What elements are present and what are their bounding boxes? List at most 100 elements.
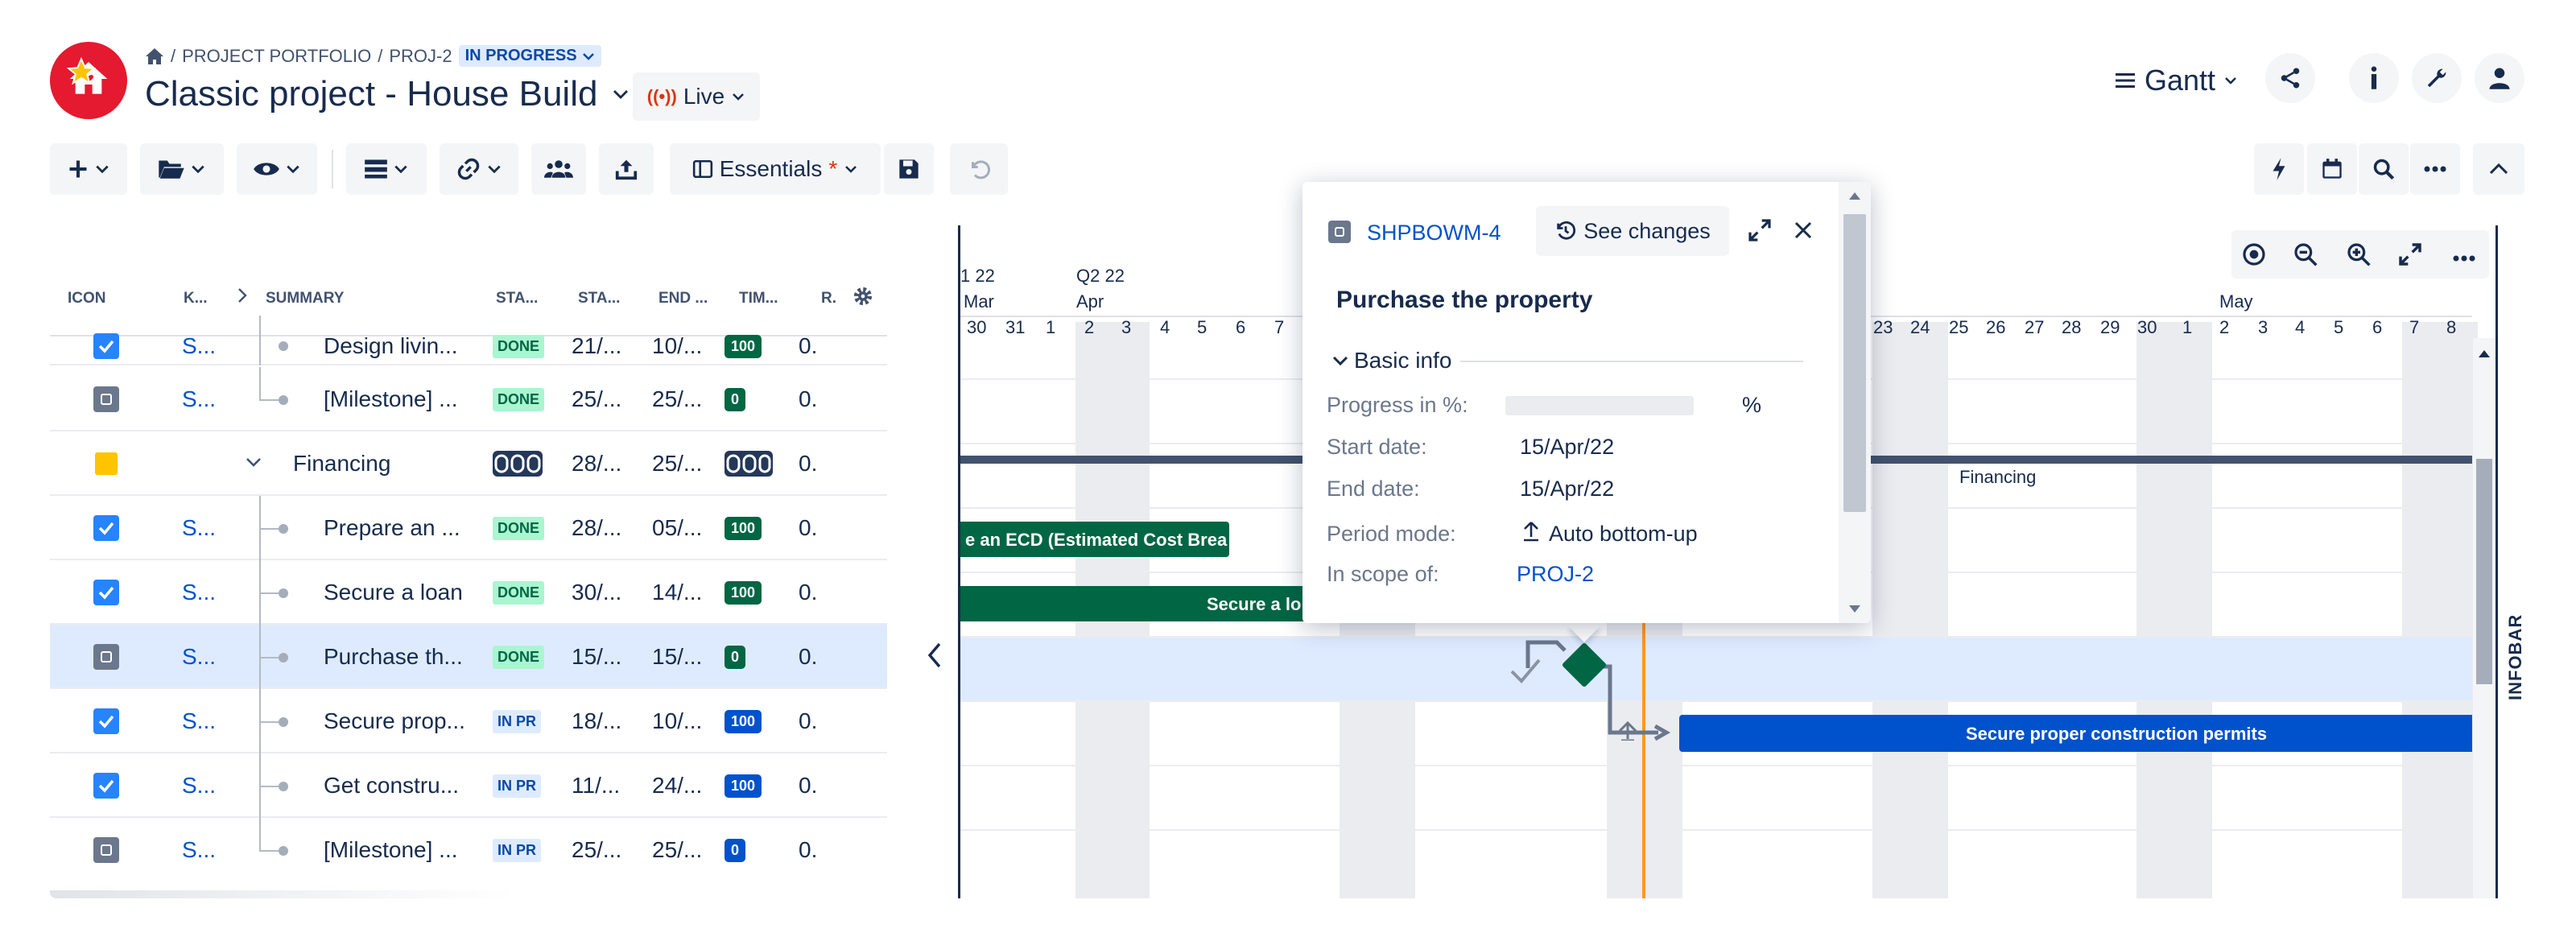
table-row[interactable]: S... Secure prop... IN PR 18/... 10/... … bbox=[50, 689, 887, 753]
fullscreen-button[interactable] bbox=[2397, 241, 2423, 271]
resources-button[interactable] bbox=[531, 143, 586, 195]
popup-scroll-thumb[interactable] bbox=[1843, 214, 1866, 512]
tree-node-dot bbox=[279, 846, 288, 856]
column-header-r[interactable]: R. bbox=[821, 290, 836, 308]
share-button[interactable] bbox=[2265, 53, 2315, 103]
time-progress-badge: 0 bbox=[724, 839, 746, 862]
status-badge: IN PR bbox=[493, 839, 542, 862]
column-header-summary[interactable]: SUMMARY bbox=[266, 290, 344, 308]
issue-key[interactable]: S... bbox=[182, 708, 216, 734]
project-avatar[interactable] bbox=[50, 42, 127, 119]
scroll-to-today-button[interactable] bbox=[2241, 241, 2267, 271]
column-header-start[interactable]: STA... bbox=[578, 290, 620, 308]
zoom-in-button[interactable] bbox=[2346, 241, 2372, 271]
task-bar-ecd[interactable]: e an ECD (Estimated Cost Brea bbox=[960, 522, 1229, 557]
collapse-chevron-icon[interactable] bbox=[245, 449, 262, 475]
search-button[interactable] bbox=[2359, 143, 2409, 195]
visibility-button[interactable] bbox=[237, 143, 317, 195]
user-button[interactable] bbox=[2475, 53, 2524, 103]
popup-scroll-down-icon[interactable] bbox=[1848, 604, 1861, 618]
add-button[interactable] bbox=[50, 143, 127, 195]
issue-key[interactable]: S... bbox=[182, 837, 216, 863]
calendar-icon bbox=[2322, 159, 2342, 179]
project-status-dropdown[interactable]: IN PROGRESS bbox=[458, 45, 601, 67]
issue-summary[interactable]: Design livin... bbox=[324, 333, 458, 359]
task-bar-loan[interactable]: Secure a lo bbox=[960, 586, 1307, 621]
essentials-preset-button[interactable]: Essentials * bbox=[670, 143, 881, 195]
link-button[interactable] bbox=[440, 143, 518, 195]
wrench-icon bbox=[2427, 68, 2446, 88]
table-row[interactable]: S... [Milestone] ... DONE 25/... 25/... … bbox=[50, 367, 887, 431]
issue-key[interactable]: S... bbox=[182, 386, 216, 412]
more-button[interactable] bbox=[2410, 143, 2460, 195]
scroll-up-arrow-icon[interactable] bbox=[2478, 348, 2491, 362]
column-header-end[interactable]: END ... bbox=[658, 290, 708, 308]
quick-actions-button[interactable] bbox=[2254, 143, 2304, 195]
breadcrumb-project[interactable]: PROJ-2 bbox=[389, 46, 452, 67]
end-date-value[interactable]: 15/Apr/22 bbox=[1520, 477, 1614, 502]
in-scope-link[interactable]: PROJ-2 bbox=[1517, 562, 1594, 587]
column-header-time[interactable]: TIM... bbox=[739, 290, 778, 308]
collapse-grid-chevron-icon[interactable] bbox=[926, 641, 943, 674]
see-changes-button[interactable]: See changes bbox=[1536, 206, 1729, 256]
calendar-button[interactable] bbox=[2307, 143, 2357, 195]
star-icon[interactable] bbox=[66, 56, 97, 87]
issue-key[interactable]: S... bbox=[182, 773, 216, 799]
table-row[interactable]: S... [Milestone] ... IN PR 25/... 25/...… bbox=[50, 818, 887, 882]
issue-summary[interactable]: Purchase th... bbox=[324, 644, 463, 670]
issue-summary[interactable]: Secure a loan bbox=[324, 580, 463, 605]
column-header-status[interactable]: STA... bbox=[496, 290, 538, 308]
table-row[interactable]: S... Get constru... IN PR 11/... 24/... … bbox=[50, 753, 887, 818]
start-date-value[interactable]: 15/Apr/22 bbox=[1520, 435, 1614, 460]
structure-button[interactable] bbox=[346, 143, 427, 195]
home-icon[interactable] bbox=[145, 47, 164, 65]
collapse-header-button[interactable] bbox=[2473, 143, 2524, 195]
issue-summary[interactable]: Secure prop... bbox=[324, 708, 465, 734]
hamburger-icon bbox=[2116, 73, 2135, 88]
issue-summary[interactable]: Financing bbox=[293, 451, 390, 477]
table-row[interactable]: Financing 28/... 25/... 0. bbox=[50, 431, 887, 496]
column-header-icon[interactable]: ICON bbox=[68, 290, 106, 308]
popup-scroll-up-icon[interactable] bbox=[1848, 190, 1861, 204]
task-bar-permits[interactable]: Secure proper construction permits bbox=[1679, 715, 2472, 752]
issue-summary[interactable]: [Milestone] ... bbox=[324, 837, 458, 863]
issue-key[interactable]: S... bbox=[182, 580, 216, 605]
project-title-dropdown[interactable]: Classic project - House Build bbox=[145, 74, 630, 114]
basic-info-section-toggle[interactable]: Basic info bbox=[1331, 348, 1451, 374]
issue-key[interactable]: S... bbox=[182, 644, 216, 670]
issue-key[interactable]: S... bbox=[182, 515, 216, 541]
issue-summary[interactable]: [Milestone] ... bbox=[324, 386, 458, 412]
expand-all-chevron-icon[interactable] bbox=[237, 287, 248, 309]
column-settings-icon[interactable] bbox=[852, 285, 874, 312]
column-header-key[interactable]: K... bbox=[184, 290, 208, 308]
undo-button[interactable] bbox=[950, 143, 1008, 195]
start-date: 21/... bbox=[572, 333, 622, 358]
month-label: Mar bbox=[964, 291, 994, 312]
popup-expand-button[interactable] bbox=[1747, 217, 1773, 247]
table-row-selected[interactable]: S... Purchase th... DONE 15/... 15/... 0… bbox=[50, 625, 887, 689]
info-button[interactable] bbox=[2349, 53, 2399, 103]
bar-label: e an ECD (Estimated Cost Brea bbox=[965, 530, 1228, 550]
open-button[interactable] bbox=[140, 143, 224, 195]
issue-key[interactable]: S... bbox=[182, 333, 216, 359]
table-row[interactable]: S... Secure a loan DONE 30/... 14/... 10… bbox=[50, 560, 887, 625]
live-mode-button[interactable]: ((•)) Live bbox=[633, 72, 760, 121]
issue-summary[interactable]: Get constru... bbox=[324, 773, 459, 799]
popup-close-button[interactable] bbox=[1794, 221, 1813, 244]
settings-button[interactable] bbox=[2412, 53, 2462, 103]
gantt-more-button[interactable] bbox=[2452, 251, 2476, 266]
table-row[interactable]: S... Design livin... DONE 21/... 10/... … bbox=[50, 316, 887, 365]
period-mode-value[interactable]: Auto bottom-up bbox=[1549, 522, 1698, 547]
issue-summary[interactable]: Prepare an ... bbox=[324, 515, 460, 541]
gantt-scroll-thumb[interactable] bbox=[2476, 459, 2492, 684]
table-row[interactable]: S... Prepare an ... DONE 28/... 05/... 1… bbox=[50, 496, 887, 560]
start-date: 25/... bbox=[572, 386, 622, 411]
breadcrumb-portfolio[interactable]: PROJECT PORTFOLIO bbox=[182, 46, 371, 67]
infobar-toggle[interactable]: INFOBAR bbox=[2505, 614, 2526, 700]
horizontal-scrollbar[interactable] bbox=[50, 890, 517, 898]
zoom-out-button[interactable] bbox=[2293, 241, 2318, 271]
save-button[interactable] bbox=[884, 143, 934, 195]
export-button[interactable] bbox=[599, 143, 654, 195]
popup-issue-key[interactable]: SHPBOWM-4 bbox=[1367, 221, 1501, 246]
view-selector[interactable]: Gantt bbox=[2114, 56, 2238, 105]
